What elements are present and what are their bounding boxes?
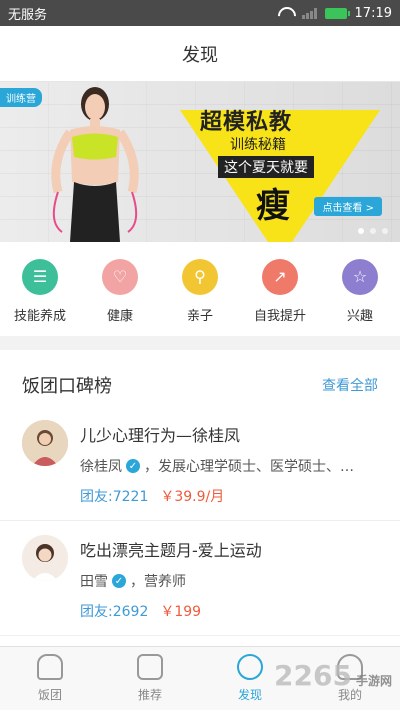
ranking-section: 饭团口碑榜 查看全部 儿少心理行为—徐桂凤 徐桂凤 ✓ ，发展心理学硕士、医学硕…: [0, 350, 400, 646]
category-self-improvement[interactable]: ↗ 自我提升: [244, 258, 316, 324]
page-title: 发现: [182, 44, 218, 66]
heart-icon: ♡: [102, 258, 138, 295]
tab-label: 发现: [237, 688, 262, 702]
carousel-dot: [370, 228, 376, 234]
category-skills[interactable]: ☰ 技能养成: [4, 258, 76, 324]
category-interests[interactable]: ☆ 兴趣: [324, 258, 396, 324]
list-item[interactable]: 吃出漂亮主题月-爱上运动 田雪 ✓ ，营养师 团友:2692 ￥199: [0, 521, 400, 636]
carousel-dot: [382, 228, 388, 234]
item-title: 吃出漂亮主题月-爱上运动: [80, 541, 262, 560]
author-name: 田雪: [80, 574, 108, 590]
author-name: 徐桂凤: [80, 459, 122, 475]
carousel-indicator: [358, 228, 388, 234]
carrier-label: 无服务: [8, 7, 48, 23]
stroller-icon: ⚲: [182, 258, 218, 295]
watermark-site: 手游网: [355, 674, 392, 688]
category-label: 自我提升: [253, 308, 306, 324]
banner-tag: 训练营: [0, 88, 42, 107]
category-health[interactable]: ♡ 健康: [84, 258, 156, 324]
list-icon: [137, 654, 163, 680]
tab-recommend[interactable]: 推荐: [115, 654, 185, 703]
banner-big-word: 瘦: [256, 186, 290, 226]
watermark-brand: 2265: [274, 659, 352, 692]
item-title: 儿少心理行为—徐桂凤: [80, 426, 241, 445]
author-description: ，发展心理学硕士、医学硕士、…: [144, 459, 354, 475]
price: ￥199: [160, 604, 202, 620]
signal-icon: [301, 7, 317, 19]
banner-tagline: 这个夏天就要: [218, 156, 314, 178]
banner-cta-button[interactable]: 点击查看 >: [314, 197, 382, 216]
author-description: ，营养师: [130, 574, 186, 590]
category-label: 兴趣: [346, 308, 373, 324]
banner-model-image: [51, 87, 139, 242]
price: ￥39.9/月: [160, 489, 225, 505]
growth-icon: ↗: [262, 258, 298, 295]
banner-headline: 超模私教: [200, 110, 293, 135]
page-header: 发现: [0, 26, 400, 82]
list-item[interactable]: 儿少心理行为—徐桂凤 徐桂凤 ✓ ，发展心理学硕士、医学硕士、… 团友:7221…: [0, 406, 400, 521]
site-watermark: 2265 手游网: [274, 659, 392, 692]
member-count: 团友:2692: [80, 604, 149, 620]
view-all-link[interactable]: 查看全部: [322, 375, 378, 395]
carousel-dot: [358, 228, 364, 234]
promo-banner[interactable]: 训练营 超模私教 训练秘籍 这个夏天就要 瘦 点击查看 >: [0, 82, 400, 242]
list-item-partial[interactable]: [0, 636, 400, 646]
tab-label: 推荐: [137, 688, 162, 702]
category-row: ☰ 技能养成 ♡ 健康 ⚲ 亲子 ↗ 自我提升 ☆ 兴趣: [0, 242, 400, 336]
section-title: 饭团口碑榜: [22, 376, 112, 397]
category-label: 技能养成: [13, 308, 66, 324]
avatar: [22, 535, 68, 581]
category-label: 亲子: [186, 308, 213, 324]
banner-subline: 训练秘籍: [230, 137, 286, 153]
avatar: [22, 420, 68, 466]
verified-icon: ✓: [126, 459, 140, 473]
category-label: 健康: [106, 308, 133, 324]
tab-fantuan[interactable]: 饭团: [15, 654, 85, 703]
star-icon: ☆: [342, 258, 378, 295]
compass-icon: [237, 654, 263, 680]
wifi-icon: [276, 7, 294, 19]
category-parenting[interactable]: ⚲ 亲子: [164, 258, 236, 324]
verified-icon: ✓: [112, 574, 126, 588]
status-bar: 无服务 17:19: [0, 0, 400, 26]
member-count: 团友:7221: [80, 489, 149, 505]
item-author-line: 徐桂凤 ✓ ，发展心理学硕士、医学硕士、…: [80, 456, 378, 476]
clock: 17:19: [354, 5, 392, 21]
item-author-line: 田雪 ✓ ，营养师: [80, 571, 378, 591]
home-icon: [37, 654, 63, 680]
chat-icon: ☰: [22, 258, 58, 295]
tab-label: 饭团: [37, 688, 62, 702]
battery-icon: [324, 7, 350, 19]
